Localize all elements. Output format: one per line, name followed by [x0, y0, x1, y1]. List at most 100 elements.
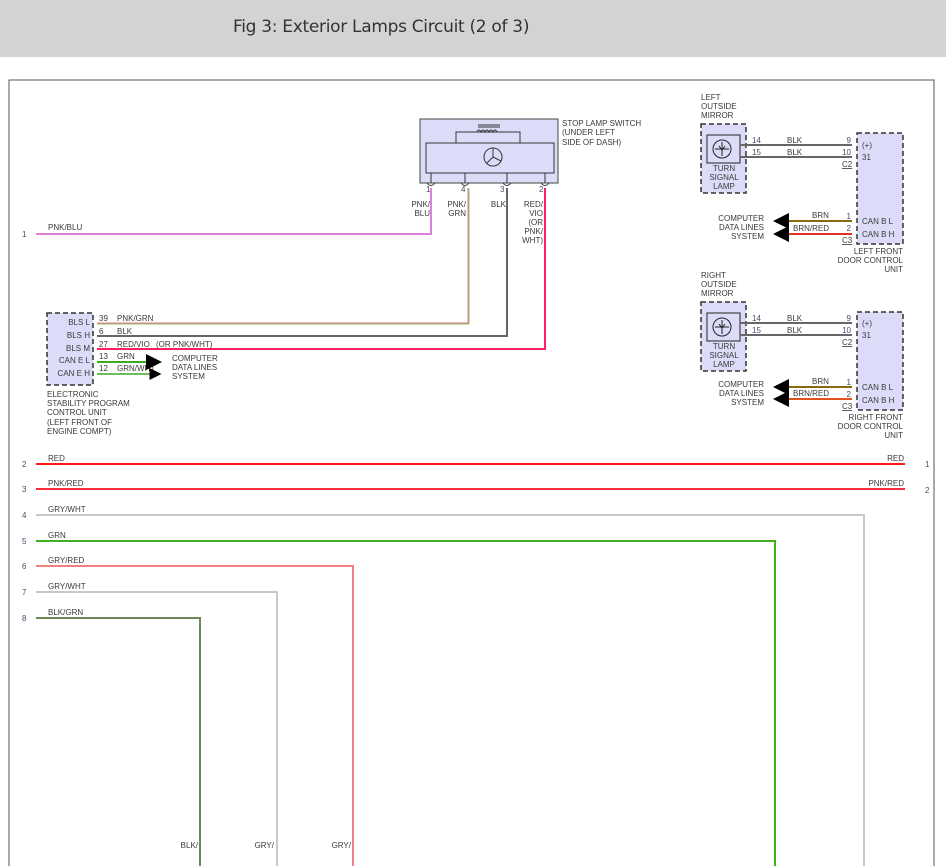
diagram-label: PNK/RED — [868, 479, 904, 488]
diagram-label: MIRROR — [701, 111, 734, 120]
diagram-label: BLS M — [66, 344, 90, 353]
diagram-label: 31 — [862, 153, 871, 162]
diagram-label: GRY/RED — [48, 556, 85, 565]
diagram-label: ENGINE COMPT) — [47, 427, 112, 436]
diagram-label: BRN — [812, 377, 829, 386]
diagram-label: CAN B H — [862, 396, 895, 405]
diagram-label: CONTROL UNIT — [47, 408, 107, 417]
diagram-label: 27 — [99, 340, 108, 349]
diagram-label: CAN B L — [862, 217, 894, 226]
diagram-label: 3 — [500, 185, 505, 194]
diagram-label: 1 — [847, 378, 852, 387]
diagram-label: 15 — [752, 148, 761, 157]
diagram-label: STOP LAMP SWITCH — [562, 119, 641, 128]
diagram-label: BLK — [117, 327, 133, 336]
diagram-label: RED/VIO — [117, 340, 150, 349]
diagram-label: UNIT — [884, 265, 903, 274]
diagram-label: BLK/ — [181, 841, 199, 850]
diagram-label: SYSTEM — [731, 398, 764, 407]
diagram-label: BLK — [787, 136, 803, 145]
diagram-label: TURN — [713, 164, 735, 173]
diagram-label: (OR — [528, 218, 543, 227]
diagram-label: SIDE OF DASH) — [562, 138, 621, 147]
diagram-label: DOOR CONTROL — [838, 422, 904, 431]
diagram-label: 2 — [539, 185, 544, 194]
wire-blk-grn — [36, 617, 201, 866]
diagram-label: (+) — [862, 141, 872, 150]
diagram-label: 4 — [461, 185, 466, 194]
diagram-label: LEFT — [701, 93, 721, 102]
diagram-label: GRY/ — [255, 841, 275, 850]
diagram-label: OUTSIDE — [701, 280, 737, 289]
diagram-label: 2 — [925, 486, 930, 495]
wire-red-vio — [97, 188, 546, 350]
diagram-label: TURN — [713, 342, 735, 351]
diagram-label: BRN/RED — [793, 389, 829, 398]
diagram-label: CAN E H — [58, 369, 91, 378]
diagram-label: SYSTEM — [731, 232, 764, 241]
diagram-label: C2 — [842, 160, 853, 169]
diagram-label: (LEFT FRONT OF — [47, 418, 112, 427]
diagram-label: GRY/ — [332, 841, 352, 850]
diagram-label: RED — [887, 454, 904, 463]
diagram-label: 9 — [847, 314, 852, 323]
diagram-label: (UNDER LEFT — [562, 128, 615, 137]
stop-lamp-switch: STOP LAMP SWITCH (UNDER LEFT SIDE OF DAS… — [411, 118, 641, 245]
diagram-label: DATA LINES — [172, 363, 217, 372]
diagram-label: LAMP — [713, 360, 735, 369]
diagram-label: C3 — [842, 236, 853, 245]
diagram-label: BLS L — [68, 318, 90, 327]
diagram-label: BLK — [787, 326, 803, 335]
diagram-label: PNK/ — [447, 200, 466, 209]
diagram-label: GRN — [117, 352, 135, 361]
diagram-label: 2 — [22, 460, 27, 469]
diagram-label: 15 — [752, 326, 761, 335]
wire-gry-red — [36, 565, 354, 866]
diagram-label: BLK — [787, 148, 803, 157]
diagram-label: SYSTEM — [172, 372, 205, 381]
diagram-label: 13 — [99, 352, 108, 361]
diagram-label: 14 — [752, 136, 761, 145]
diagram-label: 6 — [99, 327, 104, 336]
wiring-diagram: STOP LAMP SWITCH (UNDER LEFT SIDE OF DAS… — [8, 79, 935, 866]
diagram-label: RED/ — [524, 200, 544, 209]
diagram-label: GRN — [448, 209, 466, 218]
diagram-label: 10 — [842, 148, 851, 157]
diagram-label: 10 — [842, 326, 851, 335]
diagram-label: 3 — [22, 485, 27, 494]
diagram-label: COMPUTER — [172, 354, 218, 363]
diagram-label: C2 — [842, 338, 853, 347]
diagram-label: CAN E L — [59, 356, 91, 365]
diagram-label: 8 — [22, 614, 27, 623]
diagram-label: PNK/BLU — [48, 223, 82, 232]
diagram-label: LAMP — [713, 182, 735, 191]
diagram-label: STABILITY PROGRAM — [47, 399, 130, 408]
diagram-label: ELECTRONIC — [47, 390, 99, 399]
diagram-label: BRN/RED — [793, 224, 829, 233]
diagram-label: 5 — [22, 537, 27, 546]
wire-gry-wht-4 — [36, 514, 865, 866]
diagram-label: COMPUTER — [718, 214, 764, 223]
bus-wires — [36, 463, 905, 866]
diagram-label: RIGHT FRONT — [848, 413, 903, 422]
diagram-label: 9 — [847, 136, 852, 145]
diagram-label: C3 — [842, 402, 853, 411]
diagram-label: 1 — [925, 460, 930, 469]
right-outside-mirror: RIGHT OUTSIDE MIRROR TURN SIGNAL LAMP 14… — [700, 271, 904, 440]
diagram-label: COMPUTER — [718, 380, 764, 389]
diagram-label: BLK — [491, 200, 507, 209]
wire-gry-wht-7 — [36, 591, 278, 866]
esp-control-unit: BLS L BLS H BLS M CAN E L CAN E H 39 6 2… — [46, 312, 218, 436]
diagram-label: BLU — [414, 209, 430, 218]
diagram-label: SIGNAL — [709, 173, 739, 182]
diagram-label: RIGHT — [701, 271, 726, 280]
diagram-label: 1 — [22, 230, 27, 239]
diagram-label: RED — [48, 454, 65, 463]
diagram-label: DATA LINES — [719, 389, 764, 398]
diagram-label: PNK/ — [524, 227, 543, 236]
diagram-label: VIO — [529, 209, 543, 218]
diagram-label: GRY/WHT — [48, 582, 86, 591]
diagram-label: (+) — [862, 319, 872, 328]
wire-pnk-blu — [36, 188, 432, 235]
diagram-label: 4 — [22, 511, 27, 520]
